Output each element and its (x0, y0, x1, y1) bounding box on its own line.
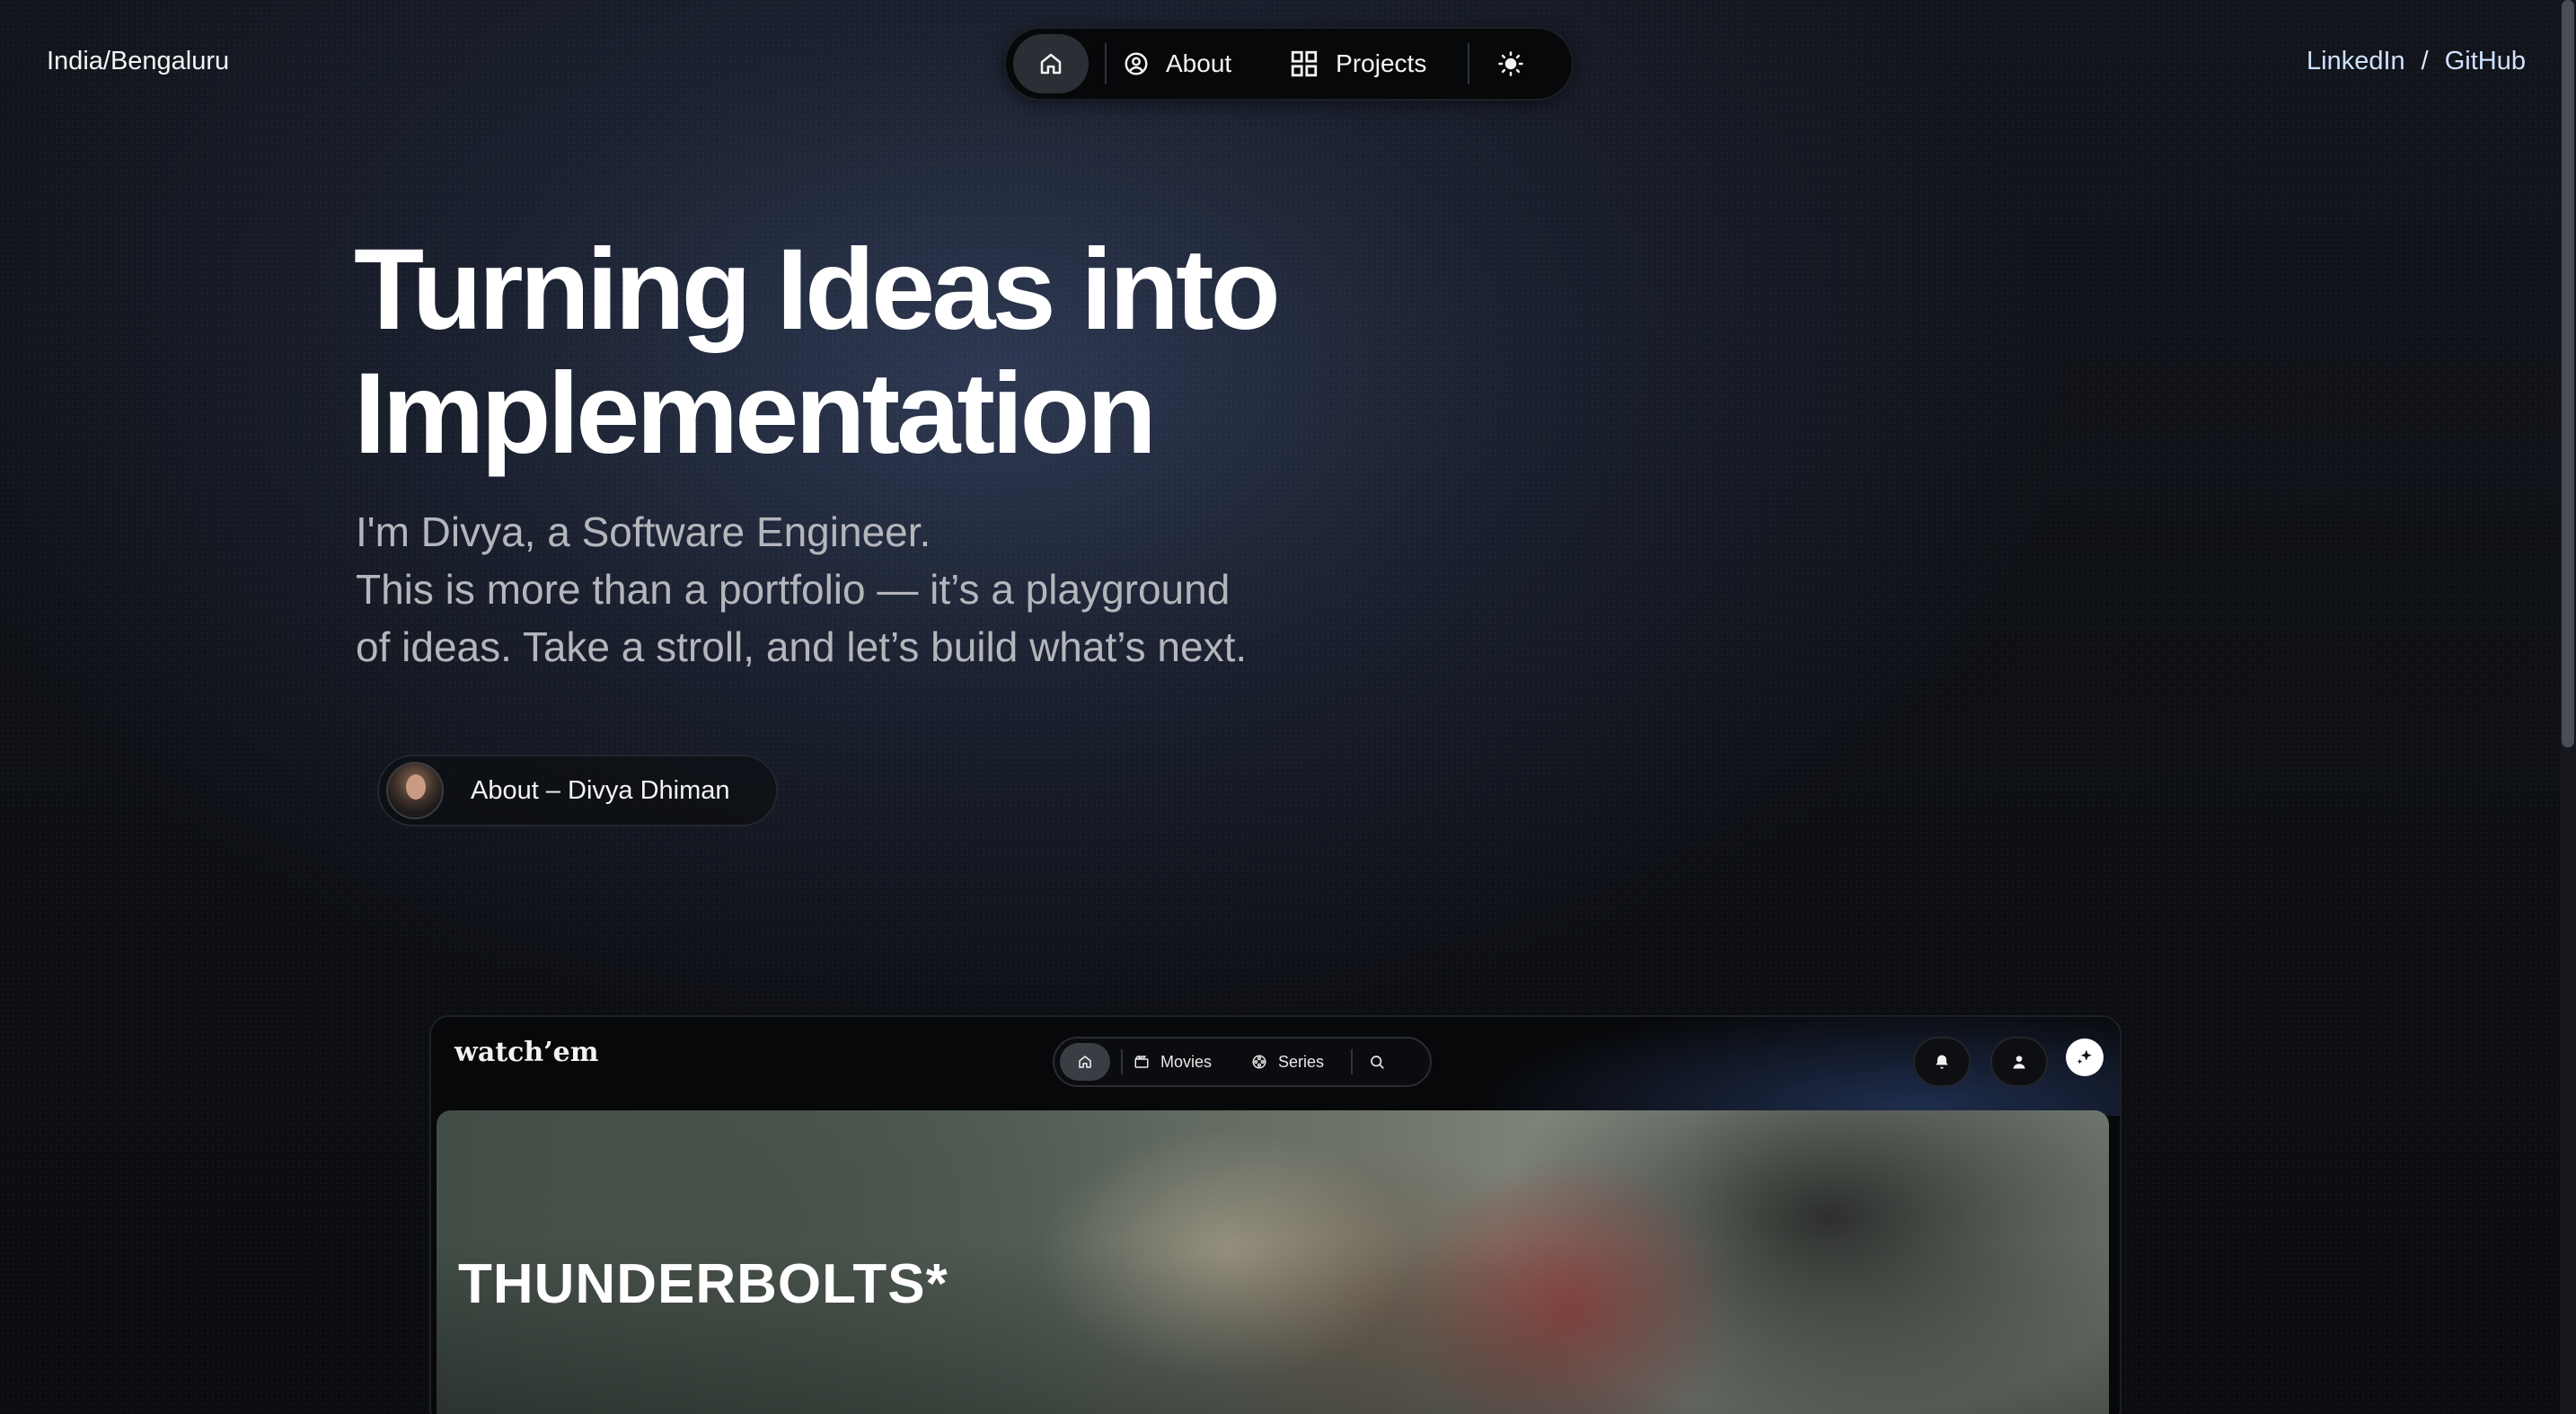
nav-projects-link[interactable]: Projects (1289, 49, 1426, 79)
search-icon (1371, 1056, 1384, 1069)
nav-divider (1105, 43, 1107, 84)
user-circle-icon (1125, 52, 1148, 75)
preview-home-button[interactable] (1060, 1043, 1110, 1081)
hero-title: Turning Ideas into Implementation (354, 228, 1432, 476)
hero-title-line: Turning Ideas into (354, 225, 1281, 354)
preview-search-button[interactable] (1363, 1054, 1390, 1070)
preview-featured-title: THUNDERBOLTS* (458, 1253, 948, 1315)
scrollbar-thumb[interactable] (2562, 0, 2574, 747)
linkedin-link[interactable]: LinkedIn (2307, 47, 2405, 76)
preview-profile-button[interactable] (1990, 1037, 2048, 1087)
hero-subtitle-line: I'm Divya, a Software Engineer. (356, 508, 931, 555)
nav-about-label: About (1166, 49, 1232, 77)
hero-subtitle-line: This is more than a portfolio — it’s a p… (356, 566, 1231, 613)
hero-subtitle: I'm Divya, a Software Engineer. This is … (356, 503, 1389, 676)
grid-icon (1292, 50, 1318, 77)
preview-nav-divider (1121, 1049, 1123, 1074)
social-links: LinkedIn / GitHub (2307, 47, 2526, 76)
preview-notifications-button[interactable] (1913, 1037, 1971, 1087)
page-scrollbar[interactable] (2560, 0, 2576, 1414)
main-nav: About Projects (1004, 27, 1574, 101)
user-icon (2013, 1056, 2025, 1069)
preview-logo: watch’em (454, 1037, 599, 1068)
sun-icon (1498, 51, 1524, 76)
hero-subtitle-line: of ideas. Take a stroll, and let’s build… (356, 623, 1248, 670)
nav-projects-label: Projects (1336, 49, 1427, 77)
avatar (386, 762, 444, 819)
link-separator: / (2421, 47, 2429, 75)
home-icon (1079, 1056, 1091, 1068)
about-button-label: About – Divya Dhiman (471, 775, 730, 805)
hero-title-line: Implementation (354, 349, 1157, 478)
about-button[interactable]: About – Divya Dhiman (377, 755, 778, 826)
nav-divider (1468, 43, 1470, 84)
preview-series-link[interactable]: Series (1251, 1053, 1324, 1072)
bell-icon (1936, 1055, 1948, 1069)
preview-movies-link[interactable]: Movies (1134, 1053, 1212, 1072)
preview-movies-label: Movies (1160, 1052, 1213, 1071)
preview-ai-button[interactable] (2066, 1038, 2104, 1076)
project-preview-card[interactable]: watch’em Movies Series THUNDERBOLTS* (429, 1015, 2122, 1414)
preview-series-label: Series (1278, 1052, 1325, 1071)
sparkles-icon (2077, 1049, 2092, 1065)
theme-toggle-button[interactable] (1486, 50, 1536, 77)
preview-nav: Movies Series (1053, 1037, 1432, 1087)
preview-nav-divider (1351, 1049, 1354, 1074)
home-icon (1040, 53, 1062, 75)
nav-home-button[interactable] (1013, 34, 1089, 93)
github-link[interactable]: GitHub (2445, 47, 2526, 76)
location-label: India/Bengaluru (47, 47, 230, 75)
film-reel-icon (1252, 1055, 1266, 1069)
clapperboard-icon (1134, 1056, 1149, 1068)
nav-about-link[interactable]: About (1123, 49, 1231, 78)
